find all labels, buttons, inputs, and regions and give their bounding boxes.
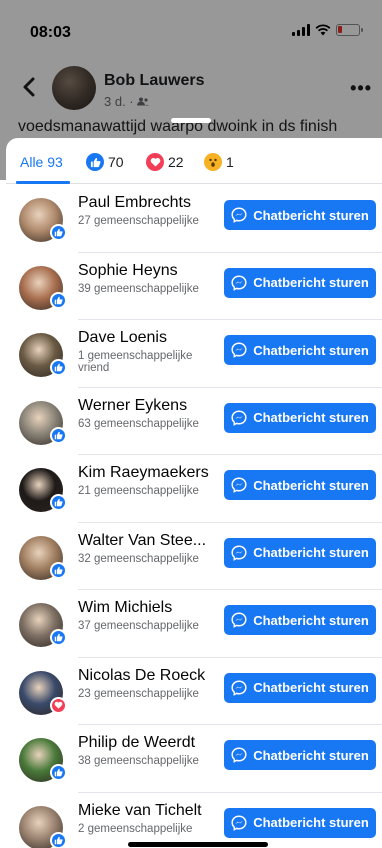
messenger-icon (231, 679, 247, 696)
tab-all[interactable]: Alle 93 (20, 152, 63, 172)
messenger-icon (231, 409, 247, 426)
person-name[interactable]: Paul Embrechts (78, 194, 220, 212)
tab-active-underline (16, 181, 70, 184)
person-name[interactable]: Werner Eykens (78, 397, 220, 415)
send-message-button[interactable]: Chatbericht sturen (224, 672, 376, 703)
tab-love[interactable]: 22 (146, 152, 184, 172)
mutual-friends: 38 gemeenschappelijke (78, 755, 199, 767)
person-name[interactable]: Sophie Heyns (78, 262, 220, 280)
mutual-friends: 27 gemeenschappelijke (78, 215, 199, 227)
like-reaction-icon (50, 629, 67, 646)
person-name[interactable]: Walter Van Stee... (78, 532, 220, 550)
messenger-icon (231, 544, 247, 561)
like-reaction-icon (50, 359, 67, 376)
reactions-sheet: Alle 93 70 22 1 Paul Embrechts 27 gemeens… (6, 138, 382, 848)
messenger-icon (231, 747, 247, 763)
send-message-label: Chatbericht sturen (253, 275, 369, 290)
person-name[interactable]: Dave Loenis (78, 329, 220, 347)
mutual-friends: 32 gemeenschappelijke (78, 552, 199, 565)
like-reaction-icon (50, 224, 67, 241)
wow-icon (204, 153, 222, 171)
send-message-button[interactable]: Chatbericht sturen (224, 537, 376, 568)
person-name[interactable]: Mieke van Tichelt (78, 802, 220, 820)
divider (78, 656, 382, 658)
list-item[interactable]: Mieke van Tichelt 2 gemeenschappelijke Cha… (6, 798, 382, 848)
reaction-tabs: Alle 93 70 22 1 (6, 138, 382, 184)
divider (78, 521, 382, 523)
send-message-button[interactable]: Chatbericht sturen (224, 200, 376, 230)
messenger-icon (231, 274, 247, 291)
list-item[interactable]: Wim Michiels 37 gemeenschappelijke Chatber… (6, 595, 382, 663)
divider (78, 251, 382, 253)
list-item[interactable]: Philip de Weerdt 38 gemeenschappelijke Cha… (6, 730, 382, 798)
divider (78, 386, 382, 388)
person-name[interactable]: Kim Raeymaekers (78, 464, 220, 482)
sheet-grabber[interactable] (171, 118, 211, 123)
love-icon (146, 153, 164, 171)
send-message-label: Chatbericht sturen (253, 342, 369, 358)
messenger-icon (231, 814, 247, 831)
like-reaction-icon (50, 494, 67, 511)
list-item[interactable]: Dave Loenis 1 gemeenschappelijke vriend Ch… (6, 325, 382, 393)
send-message-label: Chatbericht sturen (253, 545, 369, 560)
home-indicator (128, 842, 268, 847)
like-reaction-icon (50, 426, 67, 444)
tab-all-label: Alle 93 (20, 154, 63, 170)
person-name[interactable]: Wim Michiels (78, 599, 220, 617)
send-message-button[interactable]: Chatbericht sturen (224, 740, 376, 770)
mutual-friends: 21 gemeenschappelijke (78, 485, 199, 497)
divider (78, 724, 382, 725)
person-name[interactable]: Nicolas De Roeck (78, 667, 220, 685)
mutual-friends: 23 gemeenschappelijke (78, 687, 199, 700)
tab-wow-count: 1 (226, 154, 234, 170)
send-message-button[interactable]: Chatbericht sturen (224, 605, 376, 635)
like-reaction-icon (50, 764, 67, 781)
messenger-icon (231, 207, 247, 223)
send-message-button[interactable]: Chatbericht sturen (224, 807, 376, 838)
send-message-button[interactable]: Chatbericht sturen (224, 335, 376, 365)
send-message-label: Chatbericht sturen (253, 815, 369, 830)
list-item[interactable]: Walter Van Stee... 32 gemeenschappelijke C… (6, 528, 382, 596)
mutual-friends: 63 gemeenschappelijke (78, 417, 199, 430)
send-message-label: Chatbericht sturen (253, 747, 369, 763)
person-name[interactable]: Philip de Weerdt (78, 734, 220, 752)
messenger-icon (231, 612, 247, 628)
divider (78, 319, 382, 320)
reactors-list: Paul Embrechts 27 gemeenschappelijke Chatb… (6, 190, 382, 848)
mutual-friends: 39 gemeenschappelijke (78, 282, 199, 295)
tab-wow[interactable]: 1 (204, 152, 234, 172)
list-item[interactable]: Sophie Heyns 39 gemeenschappelijke Chatber… (6, 258, 382, 326)
list-item[interactable]: Werner Eykens 63 gemeenschappelijke Chatbe… (6, 393, 382, 461)
tab-like-count: 70 (108, 154, 124, 170)
love-reaction-icon (50, 696, 67, 714)
tab-like[interactable]: 70 (86, 152, 124, 172)
tab-love-count: 22 (168, 154, 184, 170)
send-message-label: Chatbericht sturen (253, 207, 369, 223)
send-message-label: Chatbericht sturen (253, 680, 369, 695)
mutual-friends: 1 gemeenschappelijke vriend (78, 350, 193, 374)
send-message-button[interactable]: Chatbericht sturen (224, 267, 376, 298)
divider (78, 589, 382, 590)
divider (78, 791, 382, 793)
like-icon (86, 153, 104, 171)
like-reaction-icon (50, 561, 67, 579)
send-message-label: Chatbericht sturen (253, 477, 369, 493)
messenger-icon (231, 342, 247, 358)
send-message-button[interactable]: Chatbericht sturen (224, 402, 376, 433)
like-reaction-icon (50, 291, 67, 309)
list-item[interactable]: Paul Embrechts 27 gemeenschappelijke Chatb… (6, 190, 382, 258)
list-item[interactable]: Kim Raeymaekers 21 gemeenschappelijke Chat… (6, 460, 382, 528)
divider (78, 454, 382, 455)
send-message-label: Chatbericht sturen (253, 612, 369, 628)
send-message-button[interactable]: Chatbericht sturen (224, 470, 376, 500)
messenger-icon (231, 477, 247, 493)
send-message-label: Chatbericht sturen (253, 410, 369, 425)
mutual-friends: 37 gemeenschappelijke (78, 620, 199, 632)
like-reaction-icon (50, 831, 67, 848)
list-item[interactable]: Nicolas De Roeck 23 gemeenschappelijke Cha… (6, 663, 382, 731)
mutual-friends: 2 gemeenschappelijke (78, 822, 193, 835)
